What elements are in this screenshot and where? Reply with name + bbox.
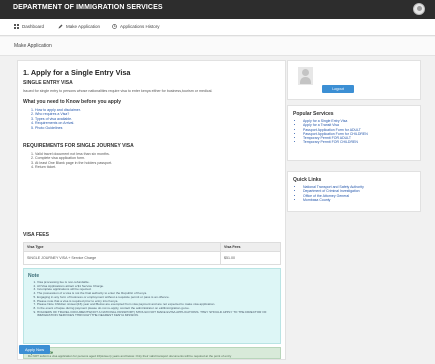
fees-col-type: Visa Type (23, 242, 221, 252)
page-title: Make Application (14, 43, 52, 49)
popular-services-card: Popular Services Apply for a Single Entr… (287, 105, 421, 161)
popular-services-title: Popular Services (293, 111, 334, 117)
note-title: Note (28, 273, 40, 279)
main-panel: 1. Apply for a Single Entry Visa SINGLE … (17, 60, 286, 360)
requirements-heading: REQUIREMENTS FOR SINGLE JOURNEY VISA (23, 143, 134, 149)
visa-title: 1. Apply for a Single Entry Visa (23, 68, 131, 77)
table-row: SINGLE JOURNEY VISA + Service Charge $51… (23, 251, 281, 265)
visa-subtitle: SINGLE ENTRY VISA (23, 80, 73, 86)
page-header: Make Application (0, 37, 435, 56)
note-list: Visa processing fee is non-refundable. A… (30, 280, 274, 318)
quick-links-list: National Transport and Safety Authority … (298, 185, 364, 202)
requirement-item: Return ticket. (35, 165, 112, 169)
fees-col-fee: Visa Fees (220, 242, 281, 252)
grid-icon (14, 24, 19, 29)
fees-cell-fee: $51.00 (220, 251, 281, 265)
special-note-text: Do NOT submit a visa application for per… (28, 354, 232, 358)
special-note-box: Special Note Do NOT submit a visa applic… (23, 347, 281, 359)
fees-cell-type: SINGLE JOURNEY VISA + Service Charge (23, 251, 221, 265)
nav-bar: Dashboard Make Application Applications … (0, 19, 435, 36)
note-item: HOLDERS OF TRAVEL DOCUMENTS(NOT A NATION… (37, 310, 274, 318)
know-heading: What you need to Know before you apply (23, 99, 122, 105)
requirements-list: Valid travel document not less than six … (29, 152, 112, 170)
know-link[interactable]: Photo Guidelines (35, 126, 81, 130)
profile-card: Logout (287, 60, 421, 100)
profile-photo-placeholder (298, 67, 313, 85)
nav-dashboard-label: Dashboard (22, 24, 45, 29)
quick-link[interactable]: Department of Criminal Investigation (303, 189, 364, 193)
quick-links-card: Quick Links National Transport and Safet… (287, 171, 421, 212)
nav-make-application[interactable]: Make Application (58, 24, 100, 29)
popular-services-list: Apply for a Single Entry Visa Apply for … (298, 119, 368, 145)
user-avatar[interactable] (413, 3, 425, 15)
app-title: DEPARTMENT OF IMMIGRATION SERVICES (13, 4, 163, 11)
know-list: How to apply and disclaimer. Who require… (29, 108, 81, 130)
apply-now-button[interactable]: Apply Now (19, 345, 51, 354)
note-box: Note Visa processing fee is non-refundab… (23, 268, 281, 344)
pencil-icon (58, 24, 63, 29)
visa-intro: Issued for single entry to persons whose… (23, 89, 213, 93)
quick-link[interactable]: Mombasa County (303, 198, 364, 202)
clock-icon (112, 24, 117, 29)
service-link[interactable]: Temporary Permit FOR CHILDREN (303, 140, 368, 144)
quick-links-title: Quick Links (293, 177, 322, 183)
fees-table: Visa Type Visa Fees SINGLE JOURNEY VISA … (23, 242, 281, 265)
top-bar: DEPARTMENT OF IMMIGRATION SERVICES (0, 0, 435, 19)
nav-make-application-label: Make Application (66, 24, 101, 29)
nav-applications-history[interactable]: Applications History (112, 24, 160, 29)
fees-heading: VISA FEES (23, 232, 49, 238)
know-link[interactable]: Requirements on Arrival. (35, 121, 81, 125)
nav-dashboard[interactable]: Dashboard (14, 24, 44, 29)
fees-header-row: Visa Type Visa Fees (23, 242, 281, 252)
logout-button[interactable]: Logout (322, 85, 354, 93)
nav-applications-history-label: Applications History (120, 24, 160, 29)
